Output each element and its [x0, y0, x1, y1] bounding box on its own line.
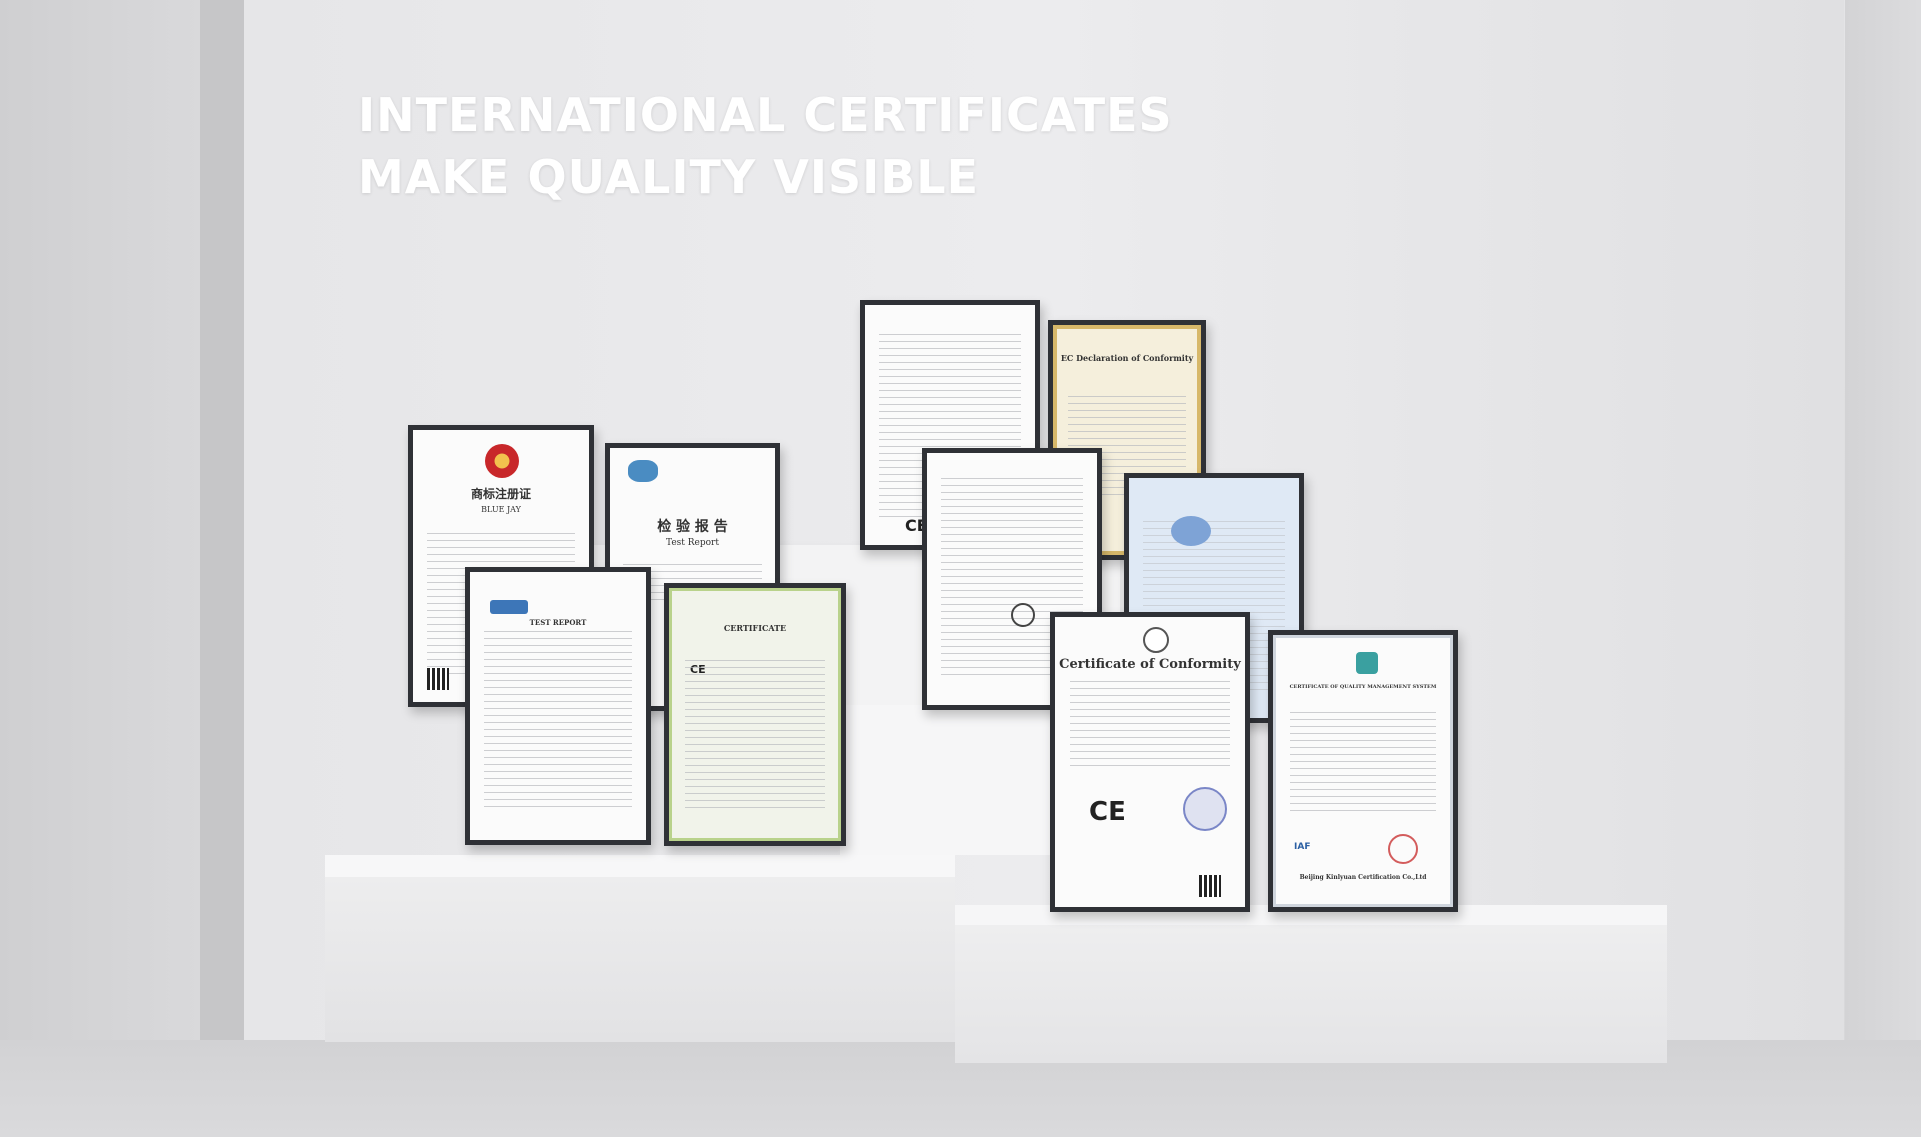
right-block-front	[955, 925, 1667, 1063]
quality-management-certificate: CERTIFICATE OF QUALITY MANAGEMENT SYSTEM…	[1268, 630, 1458, 912]
inspection-logo-icon	[628, 460, 658, 482]
headline-line-1: INTERNATIONAL CERTIFICATES	[358, 88, 1173, 142]
conformity-ce-mark: CE	[1089, 797, 1126, 827]
inspection-subheading: Test Report	[666, 538, 719, 548]
etl-mark-icon	[1011, 603, 1035, 627]
trademark-brand: BLUE JAY	[481, 505, 521, 514]
right-wall-edge	[1845, 0, 1921, 1137]
quality-seal-icon	[1388, 834, 1418, 864]
cnas-logo-icon	[490, 600, 528, 614]
certificate-of-conformity: Certificate of Conformity CE	[1050, 612, 1250, 912]
conformity-emblem-icon	[1143, 627, 1169, 653]
conformity-heading: Certificate of Conformity	[1059, 657, 1241, 672]
ce-certificate: CERTIFICATE CE	[664, 583, 846, 846]
test-report-heading: TEST REPORT	[529, 618, 587, 627]
inspection-heading: 检 验 报 告	[657, 519, 728, 535]
left-wall-panel	[0, 0, 200, 1137]
iaf-mark: IAF	[1294, 842, 1311, 852]
quality-issuer: Beijing Kinlyuan Certification Co.,Ltd	[1299, 874, 1427, 881]
qr-code-icon	[1199, 875, 1221, 897]
ce-certificate-heading: CERTIFICATE	[723, 623, 787, 633]
qr-code-icon	[427, 668, 449, 690]
ec-declaration-heading: EC Declaration of Conformity	[1060, 353, 1194, 363]
headline-line-2: MAKE QUALITY VISIBLE	[358, 150, 979, 204]
test-report: TEST REPORT	[465, 567, 651, 845]
left-block-top	[325, 855, 955, 877]
quality-logo-icon	[1356, 652, 1378, 674]
page-headline: INTERNATIONAL CERTIFICATES MAKE QUALITY …	[358, 84, 1173, 208]
left-block-front	[325, 877, 955, 1042]
national-emblem-icon	[485, 444, 519, 478]
conformity-seal-icon	[1183, 787, 1227, 831]
left-wall-edge	[200, 0, 244, 1137]
blue-seal-icon	[1171, 516, 1211, 546]
certificate-display-scene: INTERNATIONAL CERTIFICATES MAKE QUALITY …	[0, 0, 1921, 1137]
quality-heading: CERTIFICATE OF QUALITY MANAGEMENT SYSTEM	[1289, 684, 1437, 690]
trademark-heading: 商标注册证	[470, 487, 531, 501]
